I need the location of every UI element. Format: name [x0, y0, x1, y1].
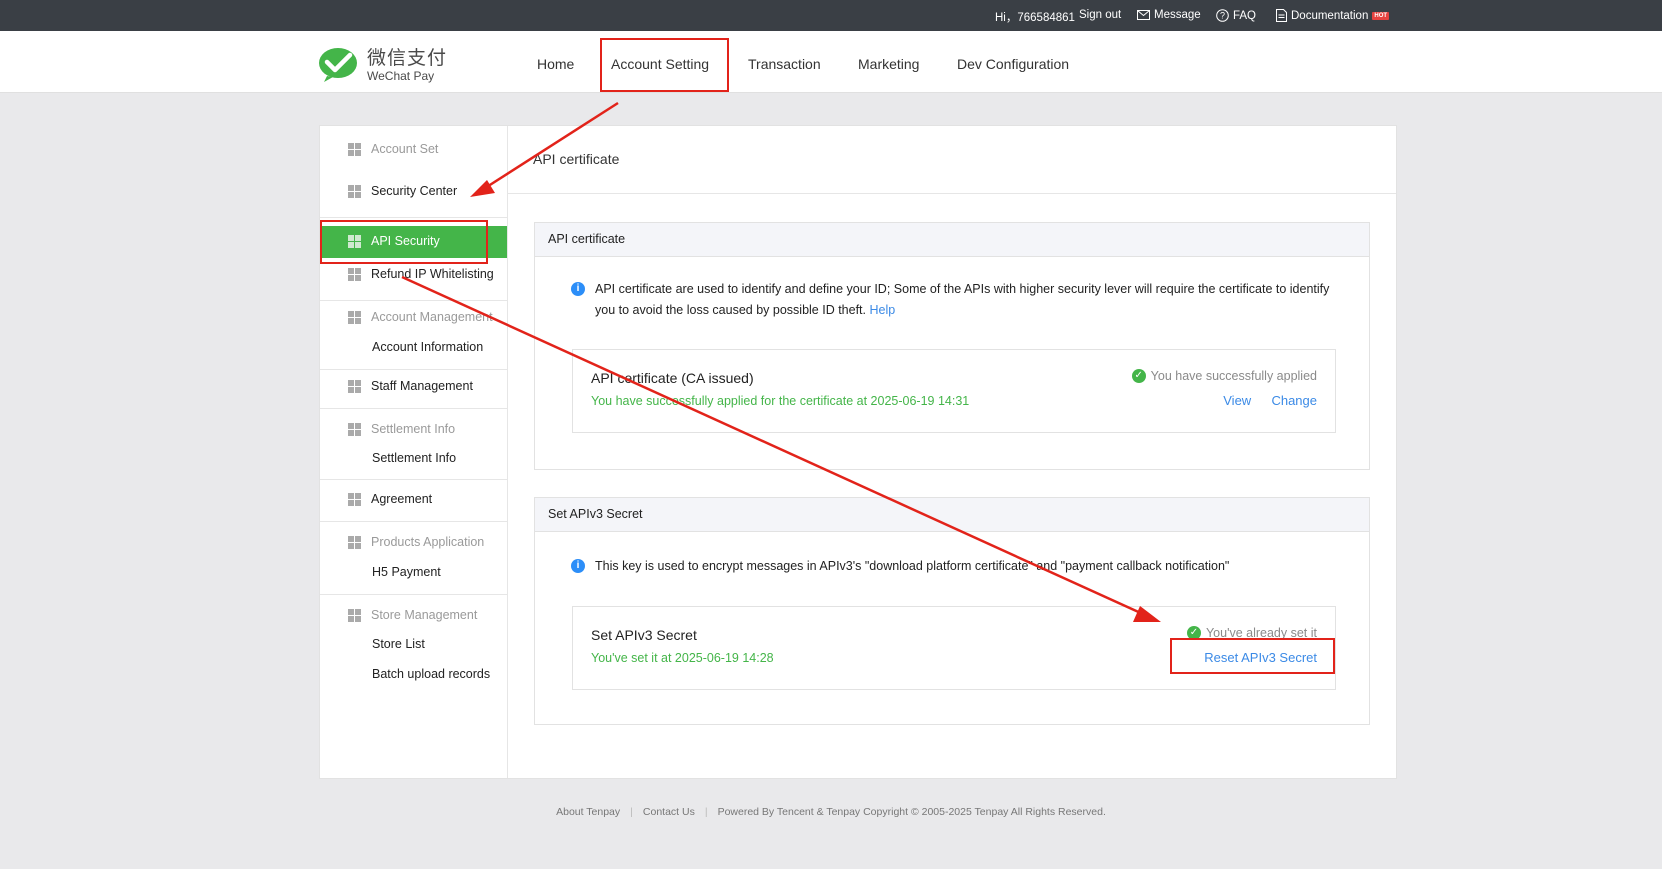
sidebar-divider — [320, 594, 507, 595]
grid-icon — [348, 492, 361, 506]
user-greeting: Hi，766584861 — [995, 12, 1075, 24]
sidebar-divider — [320, 479, 507, 480]
api-certificate-info: i API certificate are used to identify a… — [571, 279, 1341, 321]
change-certificate-link[interactable]: Change — [1271, 393, 1317, 408]
nav-marketing[interactable]: Marketing — [858, 56, 919, 72]
sidebar-group-store-management: Store Management — [348, 608, 477, 622]
apiv3-secret-status: ✓ You've already set it — [1186, 626, 1317, 640]
view-certificate-link[interactable]: View — [1223, 393, 1251, 408]
sidebar-divider — [320, 408, 507, 409]
sidebar-divider — [320, 217, 507, 218]
nav-home[interactable]: Home — [537, 56, 574, 72]
sidebar-item-h5-payment[interactable]: H5 Payment — [372, 565, 441, 579]
grid-icon — [348, 379, 361, 393]
sidebar-item-agreement[interactable]: Agreement — [348, 492, 432, 506]
apiv3-secret-card: Set APIv3 Secret You've set it at 2025-0… — [572, 606, 1336, 690]
svg-text:?: ? — [1220, 11, 1225, 21]
apiv3-secret-card-title: Set APIv3 Secret — [591, 627, 697, 643]
grid-icon — [348, 310, 361, 324]
sidebar: Account Set Security Center API Security… — [320, 126, 508, 778]
documentation-link[interactable]: Documentation HOT — [1276, 9, 1390, 22]
grid-icon — [348, 267, 361, 281]
main-panel: Account Set Security Center API Security… — [319, 125, 1397, 779]
message-link[interactable]: Message — [1137, 9, 1201, 21]
api-certificate-card-status-text: You have successfully applied for the ce… — [591, 394, 970, 408]
sidebar-item-settlement-info[interactable]: Settlement Info — [372, 451, 456, 465]
sidebar-divider — [320, 521, 507, 522]
api-certificate-section: API certificate i API certificate are us… — [534, 222, 1370, 470]
sidebar-group-account-set: Account Set — [348, 142, 438, 156]
page-title: API certificate — [533, 151, 620, 167]
api-certificate-section-header: API certificate — [535, 223, 1369, 257]
document-icon — [1276, 9, 1287, 22]
grid-icon — [348, 142, 361, 156]
sidebar-item-staff-management[interactable]: Staff Management — [348, 379, 473, 393]
wechat-pay-logo[interactable]: 微信支付 WeChat Pay — [318, 47, 447, 83]
about-tenpay-link[interactable]: About Tenpay — [556, 806, 620, 818]
grid-icon — [348, 234, 361, 248]
sidebar-item-api-security[interactable]: API Security — [320, 226, 507, 258]
sign-out-link[interactable]: Sign out — [1079, 9, 1121, 21]
sidebar-item-store-list[interactable]: Store List — [372, 637, 425, 651]
info-icon: i — [571, 282, 585, 296]
sidebar-item-batch-upload-records[interactable]: Batch upload records — [372, 667, 490, 681]
logo-cn-text: 微信支付 — [367, 47, 448, 69]
copyright-text: Powered By Tencent & Tenpay Copyright © … — [717, 806, 1106, 818]
nav-account-setting[interactable]: Account Setting — [611, 56, 709, 72]
logo-en-text: WeChat Pay — [367, 68, 435, 83]
apiv3-secret-info: i This key is used to encrypt messages i… — [571, 556, 1341, 577]
api-certificate-card: API certificate (CA issued) You have suc… — [572, 349, 1336, 433]
mail-icon — [1137, 10, 1150, 20]
help-circle-icon: ? — [1216, 9, 1229, 22]
top-bar: Hi，766584861 Sign out Message ? FAQ Docu… — [0, 0, 1662, 31]
title-divider — [508, 193, 1396, 194]
sidebar-group-settlement-info: Settlement Info — [348, 422, 455, 436]
footer: About Tenpay | Contact Us | Powered By Tence… — [556, 806, 1106, 818]
sidebar-item-refund-ip-whitelisting[interactable]: Refund IP Whitelisting — [348, 267, 494, 281]
grid-icon — [348, 535, 361, 549]
sidebar-group-products-application: Products Application — [348, 535, 484, 549]
main-header: 微信支付 WeChat Pay Home Account Setting Tra… — [0, 31, 1662, 93]
wechat-pay-logo-icon — [319, 48, 357, 82]
info-icon: i — [571, 559, 585, 573]
apiv3-secret-section-header: Set APIv3 Secret — [535, 498, 1369, 532]
grid-icon — [348, 184, 361, 198]
api-certificate-card-title: API certificate (CA issued) — [591, 370, 754, 386]
api-certificate-status: ✓ You have successfully applied — [1131, 369, 1317, 383]
nav-dev-configuration[interactable]: Dev Configuration — [957, 56, 1069, 72]
apiv3-secret-card-status-text: You've set it at 2025-06-19 14:28 — [591, 651, 774, 665]
faq-link[interactable]: ? FAQ — [1216, 9, 1256, 22]
check-circle-icon: ✓ — [1186, 626, 1201, 640]
sidebar-item-account-information[interactable]: Account Information — [372, 340, 483, 354]
sidebar-divider — [320, 369, 507, 370]
sidebar-divider — [320, 300, 507, 301]
grid-icon — [348, 608, 361, 622]
help-link[interactable]: Help — [869, 303, 895, 317]
hot-badge: HOT — [1372, 11, 1390, 20]
check-circle-icon: ✓ — [1131, 369, 1146, 383]
grid-icon — [348, 422, 361, 436]
sidebar-item-security-center[interactable]: Security Center — [348, 184, 457, 198]
reset-apiv3-secret-link[interactable]: Reset APIv3 Secret — [1204, 650, 1317, 665]
contact-us-link[interactable]: Contact Us — [643, 806, 695, 818]
sidebar-group-account-management: Account Management — [348, 310, 493, 324]
nav-transaction[interactable]: Transaction — [748, 56, 821, 72]
apiv3-secret-section: Set APIv3 Secret i This key is used to e… — [534, 497, 1370, 725]
